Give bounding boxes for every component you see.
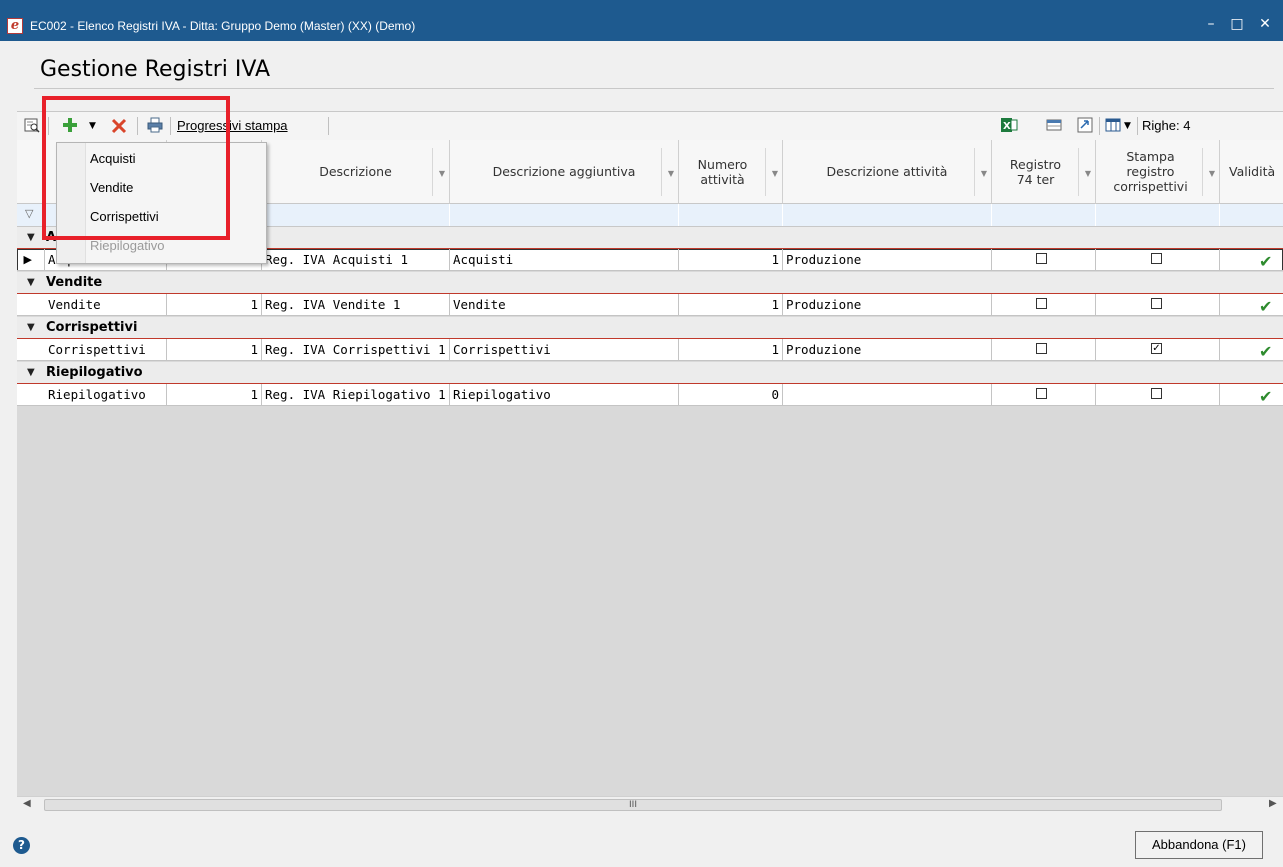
- registro-74-ter-checkbox[interactable]: [1036, 298, 1047, 309]
- cell-descrizione-aggiuntiva[interactable]: Vendite: [450, 294, 679, 316]
- cell-numero[interactable]: 1: [167, 339, 262, 361]
- cell-descrizione-attivita[interactable]: Produzione: [783, 249, 992, 271]
- table-row[interactable]: Vendite 1 Reg. IVA Vendite 1 Vendite 1 P…: [17, 294, 1283, 316]
- stampa-corrispettivi-checkbox[interactable]: [1151, 253, 1162, 264]
- svg-text:X: X: [1003, 121, 1011, 132]
- cell-descrizione[interactable]: Reg. IVA Riepilogativo 1: [262, 384, 450, 406]
- title-bar: e EC002 - Elenco Registri IVA - Ditta: G…: [0, 0, 1283, 41]
- collapse-arrow-icon[interactable]: ▼: [27, 272, 35, 293]
- column-header-stampa-registro-corrispettivi[interactable]: Stampa registro corrispettivi ▼: [1096, 140, 1220, 204]
- stampa-corrispettivi-checkbox[interactable]: [1151, 298, 1162, 309]
- highlight-annotation-box: [42, 96, 230, 240]
- registro-74-ter-checkbox[interactable]: [1036, 343, 1047, 354]
- registro-74-ter-checkbox[interactable]: [1036, 388, 1047, 399]
- collapse-arrow-icon[interactable]: ▼: [27, 362, 35, 383]
- cell-descrizione-aggiuntiva[interactable]: Riepilogativo: [450, 384, 679, 406]
- column-header-registro-74-ter[interactable]: Registro 74 ter ▼: [992, 140, 1096, 204]
- cell-tipo[interactable]: Corrispettivi: [45, 339, 167, 361]
- cell-numero[interactable]: 1: [167, 384, 262, 406]
- preview-icon[interactable]: [23, 116, 41, 136]
- column-header-descrizione-aggiuntiva[interactable]: Descrizione aggiuntiva ▼: [450, 140, 679, 204]
- cell-descrizione-attivita[interactable]: Produzione: [783, 294, 992, 316]
- valid-check-icon: ✔: [1259, 252, 1273, 271]
- close-button[interactable]: ✕: [1254, 14, 1276, 34]
- cell-descrizione-attivita[interactable]: [783, 384, 992, 406]
- column-header-validita[interactable]: Validità: [1220, 140, 1283, 204]
- table-row[interactable]: Riepilogativo 1 Reg. IVA Riepilogativo 1…: [17, 384, 1283, 406]
- abbandona-button[interactable]: Abbandona (F1): [1135, 831, 1263, 859]
- cell-numero-attivita[interactable]: 0: [679, 384, 783, 406]
- cell-numero-attivita[interactable]: 1: [679, 249, 783, 271]
- valid-check-icon: ✔: [1259, 297, 1273, 316]
- cell-numero-attivita[interactable]: 1: [679, 294, 783, 316]
- cell-tipo[interactable]: Riepilogativo: [45, 384, 167, 406]
- cell-descrizione[interactable]: Reg. IVA Vendite 1: [262, 294, 450, 316]
- cell-numero-attivita[interactable]: 1: [679, 339, 783, 361]
- page-title: Gestione Registri IVA: [40, 57, 271, 82]
- filter-dropdown-icon[interactable]: ▼: [439, 166, 445, 181]
- help-icon[interactable]: ?: [13, 837, 30, 854]
- stampa-corrispettivi-checkbox[interactable]: [1151, 388, 1162, 399]
- toolbar-separator: [1099, 117, 1100, 135]
- row-count-label: Righe: 4: [1142, 118, 1191, 133]
- grid-header-indicator: [17, 140, 45, 204]
- column-header-descrizione[interactable]: Descrizione ▼: [262, 140, 450, 204]
- refresh-layout-icon[interactable]: [1076, 116, 1094, 136]
- row-selected-indicator-icon: ▶: [17, 249, 45, 271]
- group-header-riepilogativo[interactable]: ▼ Riepilogativo: [17, 362, 1283, 384]
- group-header-vendite[interactable]: ▼ Vendite: [17, 272, 1283, 294]
- scroll-left-icon[interactable]: ◀: [23, 798, 31, 809]
- toolbar-separator: [328, 117, 329, 135]
- excel-export-icon[interactable]: X: [1000, 116, 1018, 136]
- filter-dropdown-icon[interactable]: ▼: [772, 166, 778, 181]
- valid-check-icon: ✔: [1259, 342, 1273, 361]
- scroll-right-icon[interactable]: ▶: [1269, 798, 1277, 809]
- columns-chooser-icon[interactable]: [1104, 116, 1122, 136]
- registro-74-ter-checkbox[interactable]: [1036, 253, 1047, 264]
- toolbar-separator: [1137, 117, 1138, 135]
- grid-view-icon[interactable]: [1045, 116, 1063, 136]
- column-header-numero-attivita[interactable]: Numero attività ▼: [679, 140, 783, 204]
- cell-descrizione-attivita[interactable]: Produzione: [783, 339, 992, 361]
- app-logo-icon: e: [7, 18, 23, 34]
- cell-descrizione-aggiuntiva[interactable]: Corrispettivi: [450, 339, 679, 361]
- columns-dropdown-arrow-icon[interactable]: ▼: [1124, 116, 1131, 136]
- collapse-arrow-icon[interactable]: ▼: [27, 227, 35, 248]
- minimize-button[interactable]: –: [1200, 14, 1222, 34]
- filter-dropdown-icon[interactable]: ▼: [668, 166, 674, 181]
- table-row[interactable]: Corrispettivi 1 Reg. IVA Corrispettivi 1…: [17, 339, 1283, 361]
- maximize-button[interactable]: □: [1226, 14, 1248, 34]
- collapse-arrow-icon[interactable]: ▼: [27, 317, 35, 338]
- filter-dropdown-icon[interactable]: ▼: [1085, 166, 1091, 181]
- group-header-corrispettivi[interactable]: ▼ Corrispettivi: [17, 317, 1283, 339]
- cell-descrizione[interactable]: Reg. IVA Acquisti 1: [262, 249, 450, 271]
- window-title: EC002 - Elenco Registri IVA - Ditta: Gru…: [30, 19, 416, 33]
- cell-descrizione-aggiuntiva[interactable]: Acquisti: [450, 249, 679, 271]
- title-divider: [34, 88, 1274, 89]
- column-header-descrizione-attivita[interactable]: Descrizione attività ▼: [783, 140, 992, 204]
- filter-dropdown-icon[interactable]: ▼: [981, 166, 987, 181]
- cell-numero[interactable]: 1: [167, 294, 262, 316]
- filter-dropdown-icon[interactable]: ▼: [1209, 166, 1215, 181]
- stampa-corrispettivi-checkbox-checked[interactable]: ✓: [1151, 343, 1162, 354]
- cell-descrizione[interactable]: Reg. IVA Corrispettivi 1: [262, 339, 450, 361]
- horizontal-scrollbar[interactable]: ◀ III ▶: [17, 796, 1283, 814]
- scrollbar-thumb[interactable]: III: [44, 799, 1222, 811]
- cell-tipo[interactable]: Vendite: [45, 294, 167, 316]
- valid-check-icon: ✔: [1259, 387, 1273, 406]
